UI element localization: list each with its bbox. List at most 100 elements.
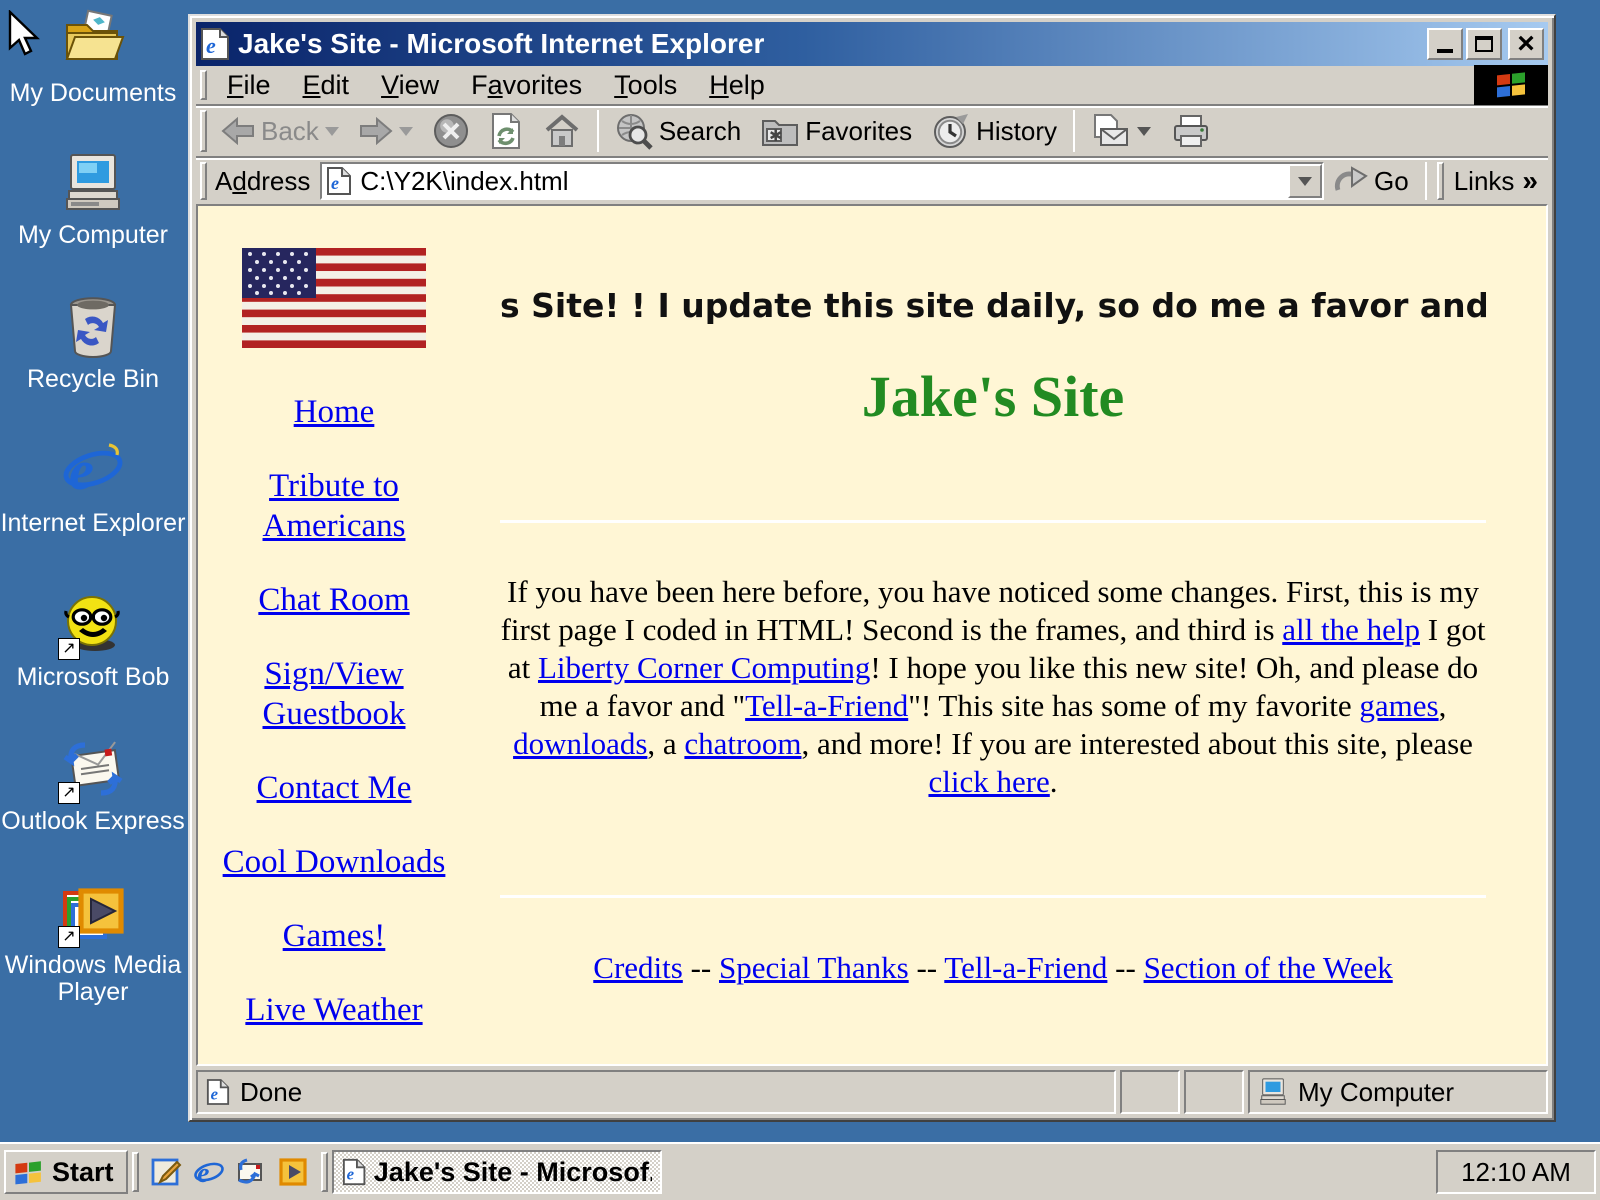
svg-text:e: e	[197, 1158, 209, 1188]
refresh-button[interactable]	[479, 109, 533, 153]
forward-button[interactable]	[349, 109, 423, 153]
desktop-icon-outlook-express[interactable]: ↗ Outlook Express	[0, 736, 186, 835]
nav-link-chat-room[interactable]: Chat Room	[214, 580, 454, 620]
nav-link-guestbook[interactable]: Sign/View Guestbook	[214, 654, 454, 734]
marquee-text: s Site! ! I update this site daily, so d…	[500, 286, 1486, 332]
refresh-icon	[489, 112, 523, 150]
history-button[interactable]: History	[922, 109, 1067, 153]
link-section-of-the-week[interactable]: Section of the Week	[1144, 950, 1393, 985]
desktop-icon-windows-media-player[interactable]: ↗ Windows Media Player	[0, 880, 186, 1006]
status-text: Done	[240, 1077, 302, 1108]
browser-viewport: Home Tribute to Americans Chat Room Sign…	[196, 204, 1548, 1066]
ie-page-icon: e	[342, 1157, 366, 1187]
taskbar-grip[interactable]	[132, 1152, 139, 1192]
svg-text:e: e	[69, 440, 94, 502]
go-arrow-icon	[1334, 166, 1368, 196]
menu-edit[interactable]: Edit	[287, 66, 366, 105]
svg-text:e: e	[346, 1164, 354, 1183]
link-click-here[interactable]: click here	[928, 764, 1049, 799]
menu-bar: File Edit View Favorites Tools Help	[196, 66, 1548, 106]
quick-launch-ie-icon[interactable]: e	[193, 1156, 225, 1188]
my-computer-icon	[1258, 1077, 1288, 1107]
desktop-icon-internet-explorer[interactable]: e Internet Explorer	[0, 438, 186, 537]
start-label: Start	[52, 1157, 114, 1188]
menu-favorites[interactable]: Favorites	[455, 66, 598, 105]
home-button[interactable]	[533, 109, 591, 153]
start-button[interactable]: Start	[4, 1150, 128, 1194]
link-downloads[interactable]: downloads	[513, 726, 647, 761]
desktop-icon-recycle-bin[interactable]: Recycle Bin	[0, 294, 186, 393]
mail-button[interactable]	[1081, 109, 1161, 153]
internet-explorer-icon: e	[60, 438, 126, 504]
page-title: Jake's Site	[500, 362, 1486, 432]
windows-media-player-icon: ↗	[60, 880, 126, 946]
desktop-icon-label: Microsoft Bob	[17, 664, 170, 691]
mouse-cursor-icon	[8, 10, 44, 62]
show-desktop-icon[interactable]	[151, 1156, 183, 1188]
address-value: C:\Y2K\index.html	[360, 166, 1288, 197]
menu-view[interactable]: View	[365, 66, 455, 105]
search-label: Search	[659, 116, 741, 147]
print-button[interactable]	[1161, 109, 1221, 153]
quick-launch: e	[143, 1156, 317, 1188]
address-separator	[1425, 162, 1427, 200]
link-all-the-help[interactable]: all the help	[1282, 612, 1420, 647]
link-special-thanks[interactable]: Special Thanks	[719, 950, 909, 985]
menu-tools[interactable]: Tools	[598, 66, 693, 105]
menu-file[interactable]: File	[211, 66, 287, 105]
back-button[interactable]: Back	[211, 109, 349, 153]
nav-link-home[interactable]: Home	[214, 392, 454, 432]
svg-text:e: e	[206, 33, 216, 58]
quick-launch-wmp-icon[interactable]	[277, 1156, 309, 1188]
favorites-icon: ✱	[761, 115, 799, 147]
intro-paragraph: If you have been here before, you have n…	[500, 573, 1486, 801]
nav-link-games[interactable]: Games!	[214, 916, 454, 956]
link-credits[interactable]: Credits	[593, 950, 683, 985]
link-chatroom[interactable]: chatroom	[684, 726, 801, 761]
my-documents-icon	[60, 8, 126, 74]
favorites-label: Favorites	[805, 116, 912, 147]
nav-link-weather[interactable]: Live Weather	[214, 990, 454, 1030]
link-liberty-corner-computing[interactable]: Liberty Corner Computing	[538, 650, 870, 685]
maximize-button[interactable]	[1466, 28, 1502, 60]
link-tell-a-friend-footer[interactable]: Tell-a-Friend	[944, 950, 1107, 985]
close-icon: ×	[1517, 33, 1535, 55]
favorites-button[interactable]: ✱ Favorites	[751, 109, 922, 153]
clock-tray[interactable]: 12:10 AM	[1436, 1150, 1596, 1194]
task-label: Jake's Site - Microsof...	[374, 1157, 652, 1188]
close-button[interactable]: ×	[1508, 28, 1544, 60]
address-input[interactable]: e C:\Y2K\index.html	[320, 162, 1324, 200]
windows-throbber-icon	[1474, 65, 1548, 105]
minimize-button[interactable]	[1427, 28, 1463, 60]
mail-dropdown-icon	[1137, 127, 1151, 136]
taskbar-task-jakes-site[interactable]: e Jake's Site - Microsof...	[332, 1150, 662, 1194]
svg-text:✱: ✱	[769, 126, 782, 145]
menu-grip[interactable]	[200, 70, 207, 100]
shortcut-arrow-icon: ↗	[58, 782, 80, 804]
search-button[interactable]: Search	[605, 109, 751, 153]
link-games[interactable]: games	[1359, 688, 1438, 723]
nav-link-tribute[interactable]: Tribute to Americans	[214, 466, 454, 546]
toolbar-grip[interactable]	[200, 110, 207, 152]
address-dropdown-button[interactable]	[1288, 164, 1322, 198]
link-tell-a-friend[interactable]: Tell-a-Friend	[745, 688, 908, 723]
history-label: History	[976, 116, 1057, 147]
nav-link-contact[interactable]: Contact Me	[214, 768, 454, 808]
stop-button[interactable]	[423, 109, 479, 153]
footer-links: Credits -- Special Thanks -- Tell-a-Frie…	[500, 950, 1486, 986]
taskbar-grip[interactable]	[321, 1152, 328, 1192]
toolbar: Back	[196, 106, 1548, 158]
go-label: Go	[1374, 166, 1409, 197]
quick-launch-outlook-icon[interactable]	[235, 1156, 267, 1188]
title-bar[interactable]: e Jake's Site - Microsoft Internet Explo…	[196, 22, 1548, 66]
go-button[interactable]: Go	[1324, 161, 1419, 201]
nav-link-downloads[interactable]: Cool Downloads	[214, 842, 454, 882]
address-grip[interactable]	[200, 162, 207, 200]
links-bar[interactable]: Links »	[1448, 161, 1544, 201]
desktop-icon-my-computer[interactable]: My Computer	[0, 150, 186, 249]
print-icon	[1171, 114, 1211, 148]
menu-help[interactable]: Help	[693, 66, 781, 105]
links-grip[interactable]	[1437, 162, 1444, 200]
back-label: Back	[261, 116, 319, 147]
desktop-icon-microsoft-bob[interactable]: ↗ Microsoft Bob	[0, 592, 186, 691]
